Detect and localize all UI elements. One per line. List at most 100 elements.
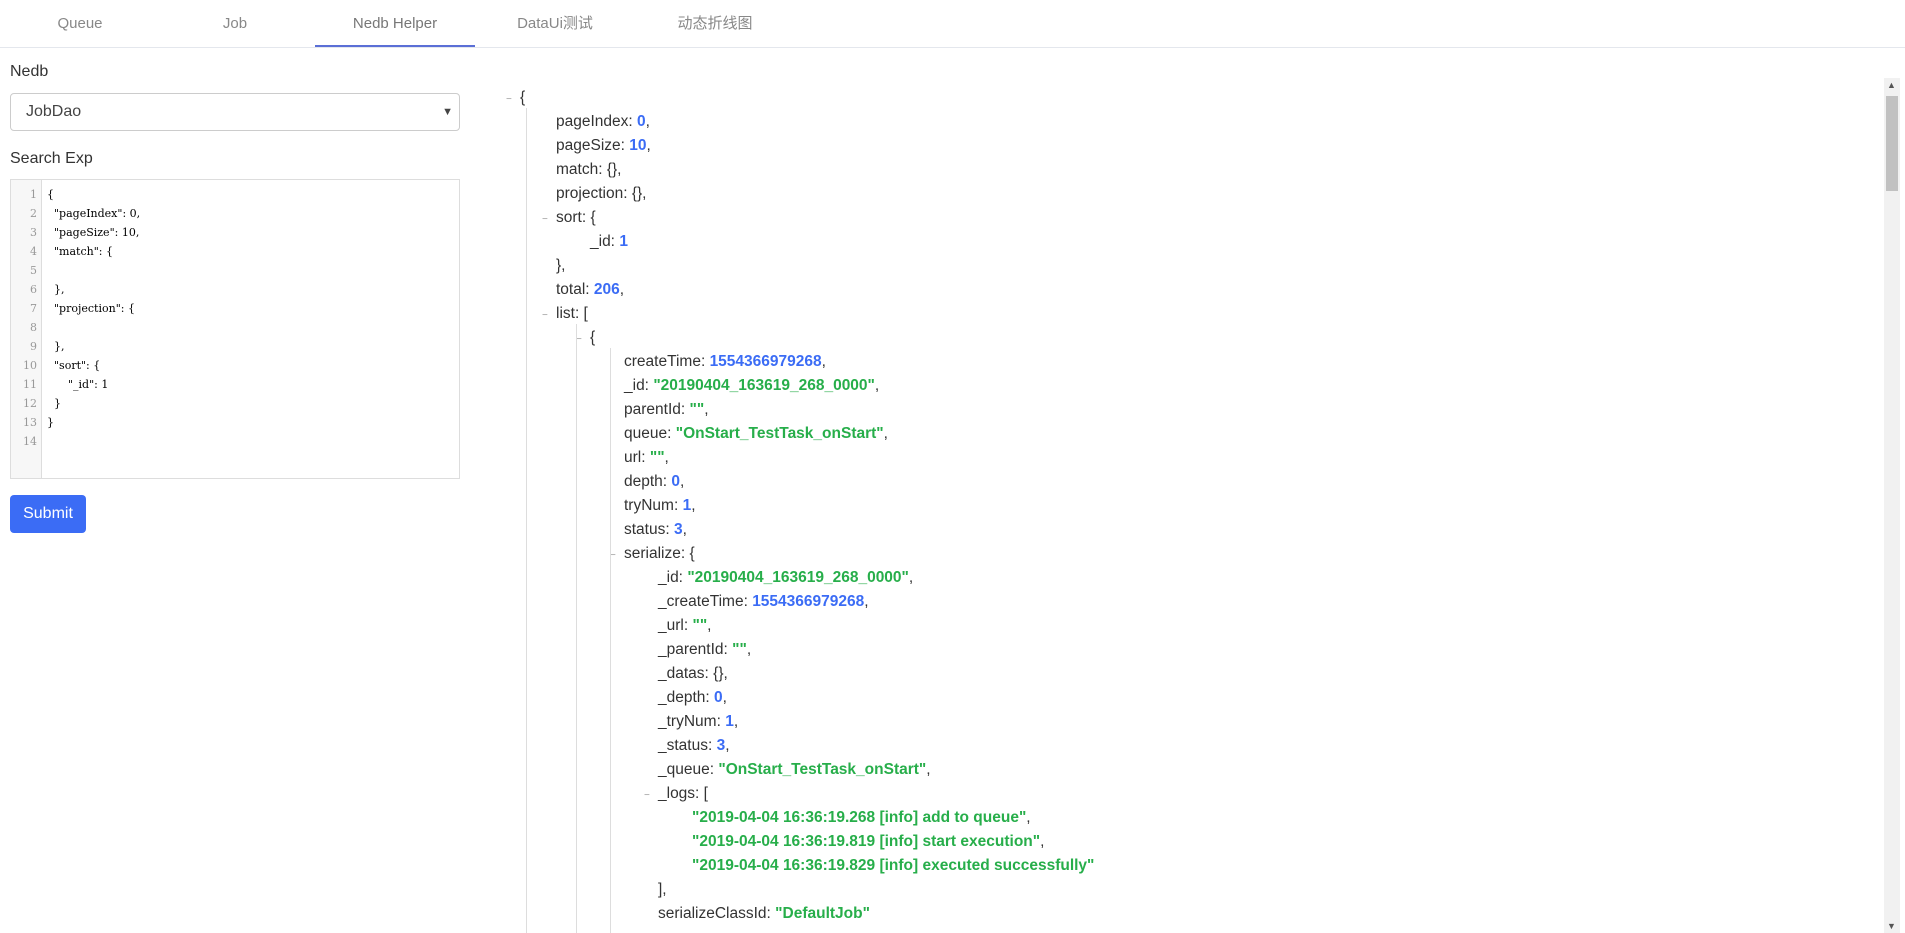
nesting-guide-line — [526, 108, 527, 933]
json-text: pageSize: — [556, 137, 630, 154]
json-number: 0 — [637, 113, 646, 130]
json-text: , — [682, 521, 687, 538]
json-text: , — [1026, 809, 1031, 826]
scrollbar-thumb[interactable] — [1886, 96, 1898, 191]
json-text: , — [704, 401, 709, 418]
code-line: "sort": { — [47, 359, 101, 372]
json-line: serializeClassId: "DefaultJob" — [658, 905, 870, 923]
json-text: , — [746, 641, 752, 658]
json-text: { — [590, 329, 596, 346]
code-line: "_id": 1 — [47, 378, 109, 391]
scroll-down-arrow-icon[interactable]: ▼ — [1887, 921, 1896, 931]
json-line: match: {}, — [556, 161, 621, 179]
json-text: _logs: [ — [658, 785, 708, 802]
json-string: "DefaultJob" — [775, 905, 870, 922]
search-exp-editor[interactable]: 1 {2 "pageIndex": 0, 3 "pageSize": 10, 4 "m… — [10, 179, 460, 479]
json-line: depth: 0, — [624, 473, 684, 491]
json-text: _url: — [658, 617, 693, 634]
tab-bar: Queue Job Nedb Helper DataUi测试 动态折线图 — [0, 0, 1905, 48]
json-line: total: 206, — [556, 281, 624, 299]
code-line: "match": { — [47, 245, 113, 258]
json-text: , — [707, 617, 712, 634]
json-text: pageIndex: — [556, 113, 638, 130]
json-text: match: {}, — [556, 161, 622, 178]
json-line: tryNum: 1, — [624, 497, 696, 515]
code-line: "pageIndex": 0, — [47, 207, 141, 220]
json-line: queue: "OnStart_TestTask_onStart", — [624, 425, 888, 443]
json-line: _depth: 0, — [658, 689, 727, 707]
line-number: 4 — [30, 245, 37, 258]
nesting-guide-line — [576, 324, 577, 933]
tab-dataui-test[interactable]: DataUi测试 — [475, 0, 635, 48]
json-line: "2019-04-04 16:36:19.268 [info] add to q… — [692, 809, 1031, 827]
json-text: , — [646, 137, 651, 154]
json-line: _datas: {}, — [658, 665, 728, 683]
line-number: 5 — [30, 264, 37, 277]
json-text: }, — [556, 257, 566, 274]
json-text: _queue: — [658, 761, 719, 778]
code-line: }, — [47, 283, 65, 296]
json-text: sort: { — [556, 209, 596, 226]
json-text: , — [664, 449, 669, 466]
line-number: 12 — [23, 397, 37, 410]
scroll-up-arrow-icon[interactable]: ▲ — [1887, 80, 1896, 90]
json-text: list: [ — [556, 305, 588, 322]
json-line: parentId: "", — [624, 401, 709, 419]
json-number: 0 — [671, 473, 681, 490]
tab-dynamic-line-chart[interactable]: 动态折线图 — [635, 0, 795, 48]
json-text: , — [725, 737, 730, 754]
json-line: "2019-04-04 16:36:19.829 [info] executed… — [692, 857, 1094, 875]
json-string: "2019-04-04 16:36:19.268 [info] add to q… — [692, 809, 1027, 826]
tab-job[interactable]: Job — [155, 0, 315, 48]
json-number: 3 — [716, 737, 726, 754]
json-string: "OnStart_TestTask_onStart" — [718, 761, 927, 778]
json-text: _id: — [590, 233, 620, 250]
json-line: }, — [556, 257, 565, 275]
json-text: , — [691, 497, 696, 514]
json-text: _depth: — [658, 689, 715, 706]
json-number: 1554366979268 — [752, 593, 865, 610]
json-result-viewer: −{pageIndex: 0, pageSize: 10, match: {}, pr… — [500, 80, 1880, 933]
nedb-label: Nedb — [10, 63, 49, 80]
json-text: ], — [658, 881, 667, 898]
json-text: _tryNum: — [658, 713, 726, 730]
json-line: status: 3, — [624, 521, 687, 539]
line-number: 1 — [30, 188, 37, 201]
json-line: { — [520, 89, 525, 107]
json-line: serialize: { — [624, 545, 695, 563]
json-text: tryNum: — [624, 497, 683, 514]
line-number: 9 — [30, 340, 37, 353]
nedb-select[interactable]: JobDao ▼ — [10, 93, 460, 131]
code-line: { — [47, 188, 54, 201]
json-text: _createTime: — [658, 593, 753, 610]
json-line: list: [ — [556, 305, 588, 323]
line-number: 13 — [23, 416, 37, 429]
json-number: 1 — [725, 713, 734, 730]
code-line: } — [47, 397, 61, 410]
scrollbar[interactable]: ▲ ▼ — [1884, 78, 1900, 933]
json-text: _id: — [658, 569, 688, 586]
json-text: _datas: {}, — [658, 665, 728, 682]
line-number: 3 — [30, 226, 37, 239]
collapse-toggle-icon[interactable]: − — [506, 94, 512, 105]
json-line: createTime: 1554366979268, — [624, 353, 826, 371]
collapse-toggle-icon[interactable]: − — [644, 790, 650, 801]
json-text: _status: — [658, 737, 717, 754]
json-line: _tryNum: 1, — [658, 713, 738, 731]
json-text: depth: — [624, 473, 672, 490]
json-text: , — [864, 593, 869, 610]
tab-queue[interactable]: Queue — [0, 0, 160, 48]
json-text: _id: — [624, 377, 654, 394]
collapse-toggle-icon[interactable]: − — [542, 310, 548, 321]
json-line: projection: {}, — [556, 185, 646, 203]
submit-button[interactable]: Submit — [10, 495, 86, 533]
json-text: status: — [624, 521, 674, 538]
json-number: 1554366979268 — [709, 353, 822, 370]
collapse-toggle-icon[interactable]: − — [542, 214, 548, 225]
tab-nedb-helper[interactable]: Nedb Helper — [315, 0, 475, 47]
json-string: "OnStart_TestTask_onStart" — [675, 425, 884, 442]
json-string: "" — [692, 617, 708, 634]
json-text: , — [680, 473, 685, 490]
json-number: 10 — [629, 137, 647, 154]
json-line: "2019-04-04 16:36:19.819 [info] start ex… — [692, 833, 1044, 851]
